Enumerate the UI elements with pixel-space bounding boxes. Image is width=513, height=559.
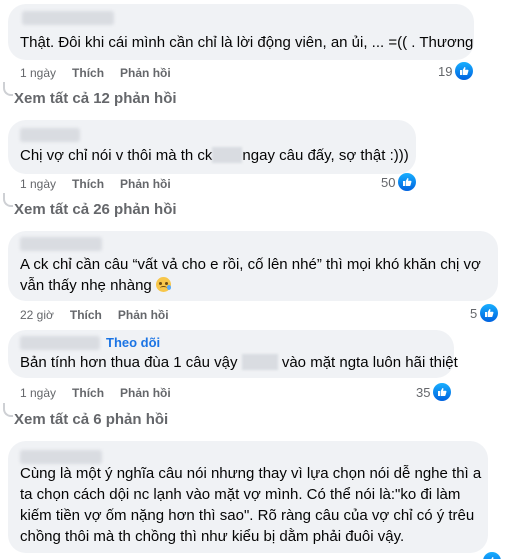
comment-actions: 1 ngày Thích Phản hồi bbox=[20, 66, 171, 80]
reaction-summary[interactable]: 35 bbox=[416, 383, 452, 401]
author-name-redacted[interactable] bbox=[20, 336, 100, 350]
timestamp[interactable]: 1 ngày bbox=[20, 66, 56, 80]
follow-link[interactable]: Theo dõi bbox=[106, 335, 160, 350]
comment-actions: 22 giờ Thích Phản hồi bbox=[20, 308, 169, 322]
reply-button[interactable]: Phản hồi bbox=[120, 386, 171, 400]
reaction-summary[interactable]: 5 bbox=[470, 304, 499, 322]
see-all-replies-6[interactable]: Xem tất cả 6 phản hồi bbox=[14, 411, 168, 428]
comment-text-line-4: chồng thôi mà th chồng thì như kiểu bị d… bbox=[20, 528, 405, 545]
author-name-redacted[interactable] bbox=[20, 450, 102, 464]
author-name-redacted[interactable] bbox=[22, 11, 114, 25]
reaction-summary[interactable]: 50 bbox=[381, 173, 417, 191]
author-name-redacted[interactable] bbox=[20, 128, 80, 142]
reply-button[interactable]: Phản hồi bbox=[118, 308, 169, 322]
comment-text-line-2: ta chọn cách dội nc lạnh vào mặt vợ mình… bbox=[20, 486, 461, 503]
redacted-word bbox=[212, 147, 243, 163]
reaction-count: 50 bbox=[381, 174, 396, 190]
reaction-count: 5 bbox=[470, 305, 478, 321]
comment-bubble: Thật. Đôi khi cái mình cần chỉ là lời độ… bbox=[8, 4, 474, 60]
reaction-count: 35 bbox=[416, 384, 431, 400]
like-icon bbox=[455, 62, 474, 80]
comment-text: Bản tính hơn thua đùa 1 câu vậy vào mặt … bbox=[20, 354, 458, 371]
like-icon bbox=[433, 383, 452, 401]
like-button[interactable]: Thích bbox=[70, 308, 102, 322]
reaction-summary[interactable]: 19 bbox=[438, 62, 474, 80]
reply-thread-line bbox=[3, 403, 13, 417]
like-icon bbox=[398, 173, 417, 191]
comment-actions: 1 ngày Thích Phản hồi bbox=[20, 177, 171, 191]
like-button[interactable]: Thích bbox=[72, 177, 104, 191]
author-name-redacted[interactable] bbox=[20, 237, 102, 251]
comment-bubble: Cùng là một ý nghĩa câu nói nhưng thay v… bbox=[8, 441, 488, 553]
comment-bubble: Theo dõi Bản tính hơn thua đùa 1 câu vậy… bbox=[8, 330, 458, 378]
comment-text-line-2: vẫn thấy nhẹ nhàng bbox=[20, 275, 171, 296]
comment-bubble: A ck chỉ cần câu “vất vả cho e rồi, cố l… bbox=[8, 231, 498, 301]
timestamp[interactable]: 1 ngày bbox=[20, 386, 56, 400]
redacted-word bbox=[241, 354, 278, 370]
comment-text-line-1: Cùng là một ý nghĩa câu nói nhưng thay v… bbox=[20, 465, 482, 482]
comment-text: Thật. Đôi khi cái mình cần chỉ là lời độ… bbox=[20, 34, 474, 51]
see-all-replies-12[interactable]: Xem tất cả 12 phản hồi bbox=[14, 90, 177, 107]
comment-text-line-1: A ck chỉ cần câu “vất vả cho e rồi, cố l… bbox=[20, 256, 481, 273]
see-all-replies-26[interactable]: Xem tất cả 26 phản hồi bbox=[14, 201, 177, 218]
reply-button[interactable]: Phản hồi bbox=[120, 66, 171, 80]
comment-actions: 1 ngày Thích Phản hồi bbox=[20, 386, 171, 400]
comment-bubble: Chị vợ chỉ nói v thôi mà th ck ngay câu đ… bbox=[8, 120, 416, 174]
reaction-count: 19 bbox=[438, 63, 453, 79]
timestamp[interactable]: 22 giờ bbox=[20, 308, 54, 322]
like-button[interactable]: Thích bbox=[72, 386, 104, 400]
reply-thread-line bbox=[3, 82, 13, 96]
timestamp[interactable]: 1 ngày bbox=[20, 177, 56, 191]
comment-text-line-3: kiếm tiền vợ ốm nặng hơn thì sao". Rõ rà… bbox=[20, 507, 475, 524]
reply-button[interactable]: Phản hồi bbox=[120, 177, 171, 191]
like-icon bbox=[483, 552, 501, 559]
like-icon bbox=[480, 304, 499, 322]
like-button[interactable]: Thích bbox=[72, 66, 104, 80]
reply-thread-line bbox=[3, 193, 13, 207]
crying-emoji-icon bbox=[155, 277, 171, 292]
comment-text: Chị vợ chỉ nói v thôi mà th ck ngay câu đ… bbox=[20, 147, 409, 164]
reaction-summary[interactable] bbox=[480, 552, 501, 559]
